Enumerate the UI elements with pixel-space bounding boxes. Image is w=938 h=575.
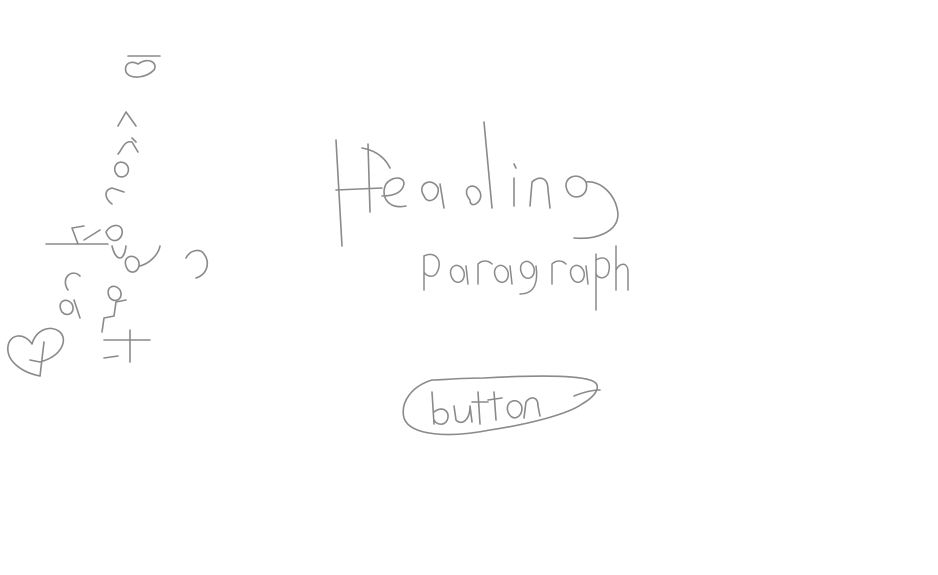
- wireframe-sketch: [7, 55, 629, 436]
- button-sketch[interactable]: [402, 375, 601, 436]
- heading-sketch: [335, 121, 619, 247]
- paragraph-sketch: [423, 245, 629, 311]
- background-image-label: [7, 55, 209, 377]
